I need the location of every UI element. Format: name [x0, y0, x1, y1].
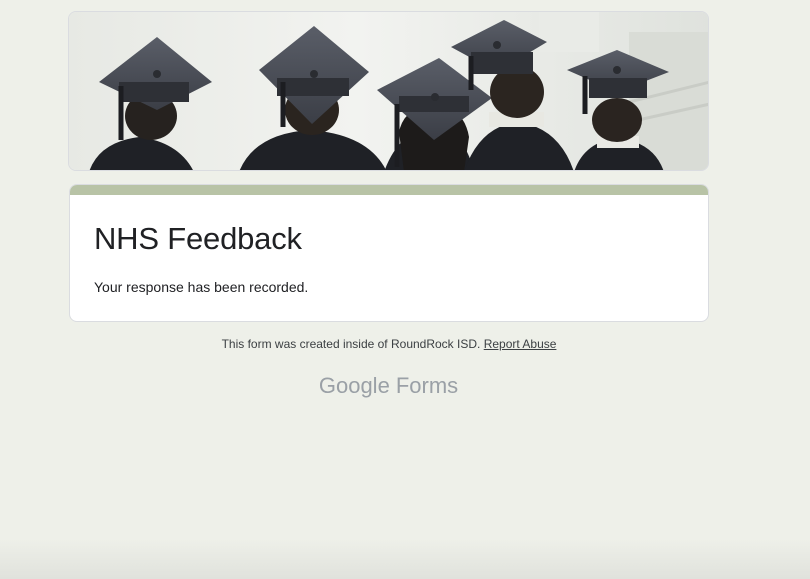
- footer-note-text: This form was created inside of RoundRoc…: [221, 337, 481, 351]
- graduation-caps-image: [69, 12, 708, 170]
- confirmation-card: NHS Feedback Your response has been reco…: [69, 184, 709, 322]
- brand-product-word: Forms: [395, 373, 459, 398]
- google-forms-logo[interactable]: Google Forms: [0, 373, 777, 399]
- page: NHS Feedback Your response has been reco…: [0, 0, 810, 579]
- footer-note: This form was created inside of RoundRoc…: [0, 337, 778, 351]
- card-accent-bar: [70, 185, 708, 195]
- form-title: NHS Feedback: [94, 221, 302, 256]
- header-banner-image: [68, 11, 709, 171]
- bottom-shade: [0, 539, 810, 579]
- brand-logo-word: Google: [318, 373, 390, 398]
- report-abuse-link[interactable]: Report Abuse: [484, 337, 557, 351]
- confirmation-message: Your response has been recorded.: [94, 279, 309, 295]
